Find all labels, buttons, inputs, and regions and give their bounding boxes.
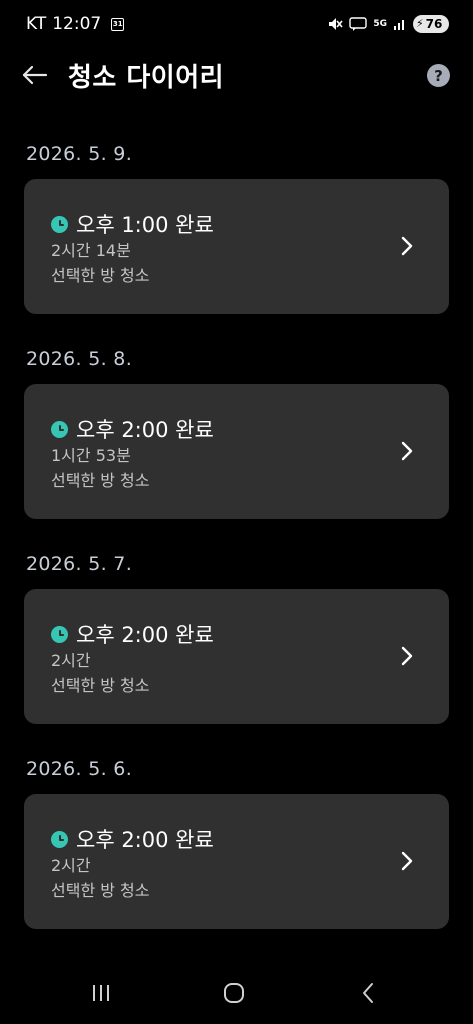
entry-time-row: 오후 2:00 완료 <box>51 414 214 444</box>
app-header: 청소 다이어리 ? <box>0 52 473 98</box>
network-label: 5G <box>373 19 387 29</box>
entry-time: 오후 2:00 완료 <box>76 418 214 442</box>
cleaning-entry-card[interactable]: 오후 2:00 완료 1시간 53분 선택한 방 청소 <box>24 384 449 519</box>
back-button[interactable] <box>20 60 50 90</box>
entry-time: 오후 2:00 완료 <box>76 828 214 852</box>
back-icon <box>363 983 373 1003</box>
help-button[interactable]: ? <box>427 64 450 87</box>
page-title: 청소 다이어리 <box>68 63 225 93</box>
entry-duration: 1시간 53분 <box>51 446 131 465</box>
battery-indicator: ⚡ 76 <box>413 15 449 33</box>
cleaning-entry-card[interactable]: 오후 1:00 완료 2시간 14분 선택한 방 청소 <box>24 179 449 314</box>
battery-level: 76 <box>425 17 443 31</box>
entry-time: 오후 2:00 완료 <box>76 623 214 647</box>
help-circle-icon: ? <box>434 66 443 85</box>
hd-voice-icon <box>349 17 368 31</box>
status-right: 5G ⚡ 76 <box>327 15 449 33</box>
status-left: KT 12:07 31 <box>26 14 125 34</box>
entry-duration: 2시간 <box>51 856 91 875</box>
entry-duration: 2시간 14분 <box>51 241 131 260</box>
entry-time-row: 오후 1:00 완료 <box>51 209 214 239</box>
calendar-icon: 31 <box>111 17 125 31</box>
clock-time: 12:07 <box>52 14 102 34</box>
entry-area: 선택한 방 청소 <box>51 471 150 490</box>
entry-time-row: 오후 2:00 완료 <box>51 619 214 649</box>
chevron-right-icon <box>396 643 418 669</box>
system-nav-bar <box>0 960 473 1024</box>
mute-icon <box>327 16 343 32</box>
entry-area: 선택한 방 청소 <box>51 676 150 695</box>
signal-icon <box>393 17 407 31</box>
battery-bolt-icon: ⚡ <box>416 17 424 30</box>
clock-icon <box>51 215 68 233</box>
clock-icon <box>51 830 68 848</box>
clock-icon <box>51 625 68 643</box>
entry-area: 선택한 방 청소 <box>51 266 150 285</box>
entry-duration: 2시간 <box>51 651 91 670</box>
chevron-right-icon <box>396 848 418 874</box>
chevron-right-icon <box>396 233 418 259</box>
home-button[interactable] <box>221 980 247 1006</box>
home-icon <box>224 983 244 1003</box>
date-label: 2026. 5. 7. <box>26 553 133 575</box>
date-label: 2026. 5. 8. <box>26 348 133 370</box>
date-label: 2026. 5. 6. <box>26 758 133 780</box>
entry-area: 선택한 방 청소 <box>51 881 150 900</box>
carrier-label: KT <box>26 14 47 34</box>
date-label: 2026. 5. 9. <box>26 143 133 165</box>
cleaning-entry-card[interactable]: 오후 2:00 완료 2시간 선택한 방 청소 <box>24 794 449 929</box>
status-bar: KT 12:07 31 5G ⚡ 76 <box>0 0 473 48</box>
chevron-right-icon <box>396 438 418 464</box>
arrow-left-icon <box>22 65 48 85</box>
recent-apps-button[interactable] <box>88 980 114 1006</box>
cleaning-entry-card[interactable]: 오후 2:00 완료 2시간 선택한 방 청소 <box>24 589 449 724</box>
clock-icon <box>51 420 68 438</box>
entry-time: 오후 1:00 완료 <box>76 213 214 237</box>
entry-time-row: 오후 2:00 완료 <box>51 824 214 854</box>
back-nav-button[interactable] <box>355 980 381 1006</box>
recent-apps-icon <box>93 985 109 1001</box>
